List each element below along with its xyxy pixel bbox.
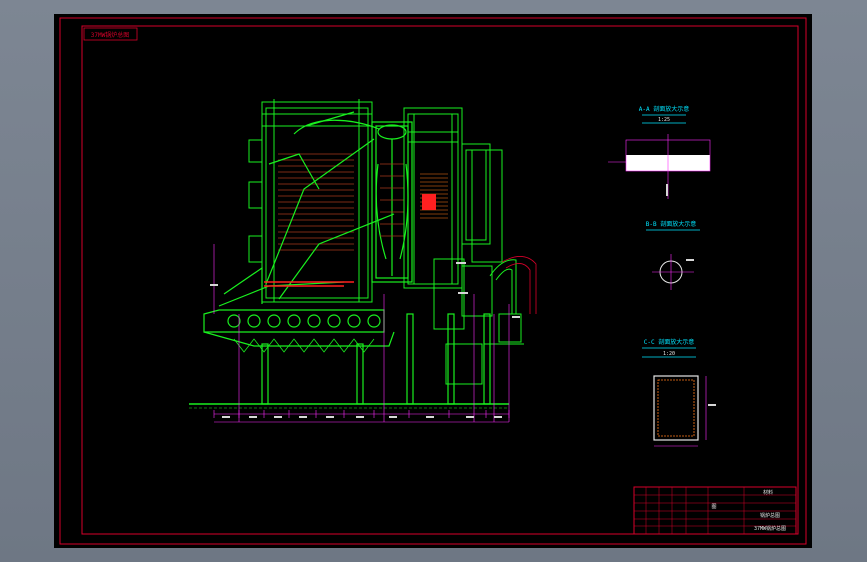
section-c-scale: 1:20: [663, 351, 675, 357]
inner-frame: [81, 25, 799, 535]
flue-outline: [501, 256, 537, 314]
detail-section-c[interactable]: C-C 剖面放大示意 1:20: [642, 338, 716, 447]
furnace-frame: [248, 99, 373, 303]
section-b-title: B-B 剖面放大示意: [646, 220, 696, 228]
title-block-material: 材料: [763, 489, 773, 496]
title-block[interactable]: 材料 图 锅炉总图 37MW锅炉总图: [633, 486, 797, 535]
title-block-drawing-name: 37MW锅炉总图: [754, 525, 786, 532]
section-c-box: [653, 375, 699, 441]
furnace-bracing: [265, 111, 395, 300]
section-a-scale: 1:25: [658, 117, 670, 123]
dimension-text-marks: [210, 262, 520, 418]
drum-section: [371, 121, 413, 283]
title-block-sheet: 图: [711, 504, 716, 510]
support-columns: [261, 313, 491, 405]
cad-viewport[interactable]: 37MW锅炉总图 A-A 剖面放大示意 1:25 B-B 剖面放大示意 C-C …: [54, 14, 812, 548]
furnace-tubes: [278, 153, 354, 251]
economizer-tower: [403, 107, 503, 289]
boiler-elevation[interactable]: [189, 99, 537, 423]
title-block-project: 锅炉总图: [760, 512, 780, 519]
highlighted-section-marker[interactable]: [422, 194, 436, 210]
outer-frame: [59, 17, 807, 545]
drawing-canvas: 37MW锅炉总图 A-A 剖面放大示意 1:25 B-B 剖面放大示意 C-C …: [59, 17, 807, 545]
section-c-title: C-C 剖面放大示意: [644, 338, 694, 346]
detail-section-a[interactable]: A-A 剖面放大示意 1:25: [608, 105, 711, 199]
grate-and-hopper: [203, 266, 395, 347]
corner-stamp-text: 37MW锅炉总图: [91, 31, 129, 39]
section-a-title: A-A 剖面放大示意: [639, 105, 689, 113]
corner-stamp: 37MW锅炉总图: [83, 27, 138, 41]
detail-section-b[interactable]: B-B 剖面放大示意: [646, 220, 700, 290]
